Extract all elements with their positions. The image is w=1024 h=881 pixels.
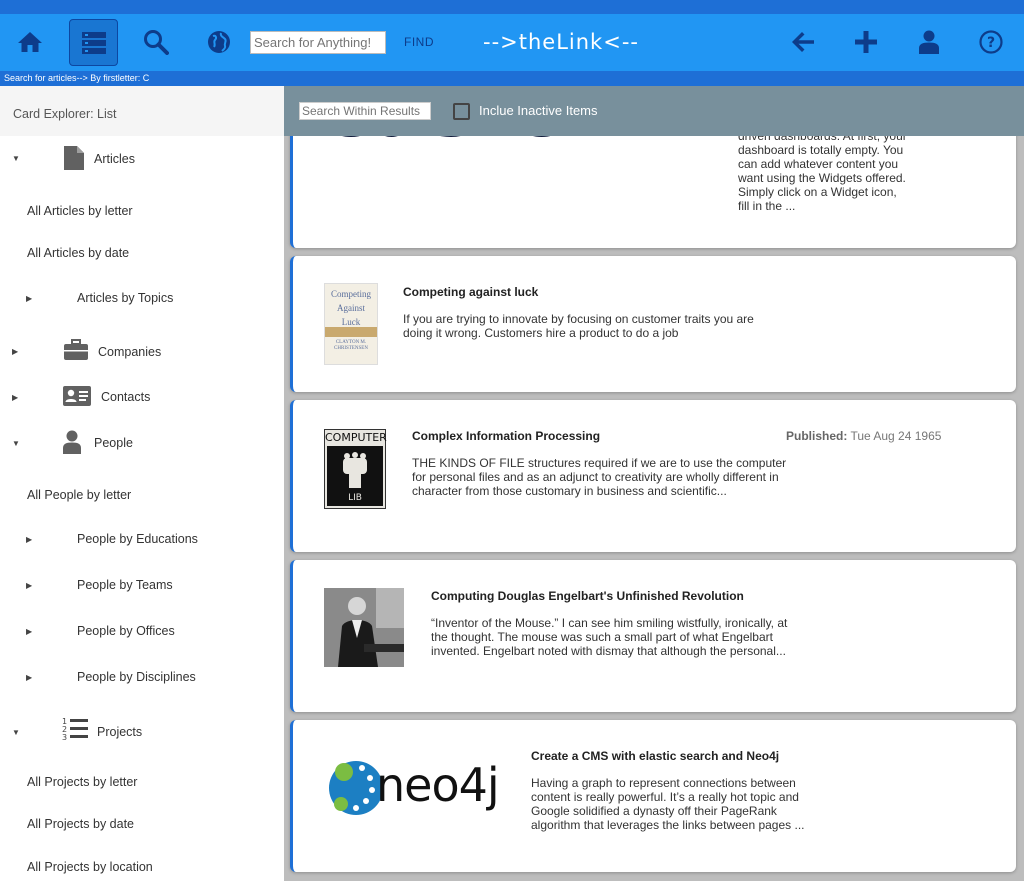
published-date: Published: Tue Aug 24 1965 [786, 429, 941, 443]
book-author-line: CHRISTENSEN [334, 346, 368, 351]
sidebar-item-contacts[interactable]: ▶ Contacts [0, 386, 284, 411]
sidebar-item-people-offices[interactable]: ▶ People by Offices [0, 624, 284, 644]
result-card[interactable]: Competing Against Luck CLAYTON M. CHRIST… [290, 256, 1016, 392]
expand-arrow-icon[interactable]: ▼ [12, 154, 20, 163]
card-thumbnail: COMPUTER LIB [324, 429, 387, 509]
sidebar-item-all-articles-date[interactable]: All Articles by date [0, 246, 284, 266]
briefcase-icon [64, 339, 88, 360]
include-inactive-checkbox[interactable] [453, 103, 470, 120]
svg-text:?: ? [987, 35, 995, 51]
card-thumbnail: neo4j [326, 756, 506, 820]
thumbnail-caption: LIB [348, 493, 362, 503]
sidebar-item-projects[interactable]: ▼ 1 2 3 Projects [0, 717, 284, 746]
sidebar-item-all-projects-letter[interactable]: All Projects by letter [0, 775, 284, 795]
sidebar-item-people-educations[interactable]: ▶ People by Educations [0, 532, 284, 552]
result-card[interactable]: Computing Douglas Engelbart's Unfinished… [290, 560, 1016, 712]
numbered-list-icon: 1 2 3 [62, 717, 88, 742]
expand-arrow-icon[interactable]: ▼ [12, 728, 20, 737]
home-icon[interactable] [12, 24, 48, 60]
sidebar-item-label: All Articles by letter [27, 204, 133, 218]
status-bar: Search for articles--> By firstletter: C [0, 71, 1024, 86]
card-title[interactable]: Create a CMS with elastic search and Neo… [531, 749, 779, 763]
expand-arrow-icon[interactable]: ▶ [26, 535, 32, 544]
sidebar-item-label: People by Disciplines [77, 670, 196, 684]
person-icon [63, 430, 81, 454]
app-title: -->theLink<-- [483, 30, 639, 54]
search-icon[interactable] [138, 24, 174, 60]
sidebar-item-label: People by Offices [77, 624, 175, 638]
include-inactive-label: Inclue Inactive Items [479, 103, 598, 118]
card-explorer-sidebar: Card Explorer: List ▼ Articles All Artic… [0, 86, 284, 881]
help-icon[interactable]: ? [973, 24, 1009, 60]
card-excerpt: THE KINDS OF FILE structures required if… [412, 456, 787, 498]
svg-text:3: 3 [62, 733, 67, 742]
sidebar-item-label: Articles [94, 152, 135, 166]
sidebar-item-label: People by Teams [77, 578, 173, 592]
sidebar-item-label: All People by letter [27, 488, 132, 502]
card-title[interactable]: Competing against luck [403, 285, 538, 299]
top-strip [0, 0, 1024, 14]
published-value: Tue Aug 24 1965 [850, 429, 942, 443]
thumbnail-caption: COMPUTER [325, 431, 387, 444]
book-title-line: Against [337, 303, 365, 313]
sidebar-item-companies[interactable]: ▶ Companies [0, 339, 284, 366]
portrait-photo [324, 588, 404, 667]
user-icon[interactable] [911, 24, 947, 60]
expand-arrow-icon[interactable]: ▼ [12, 439, 20, 448]
search-within-results-input[interactable] [299, 102, 431, 120]
server-list-icon [82, 32, 106, 54]
sidebar-item-people-teams[interactable]: ▶ People by Teams [0, 578, 284, 598]
card-excerpt: If you are trying to innovate by focusin… [403, 312, 754, 340]
expand-arrow-icon[interactable]: ▶ [26, 581, 32, 590]
document-icon [64, 146, 84, 170]
sidebar-item-articles[interactable]: ▼ Articles [0, 146, 284, 170]
sidebar-item-label: All Articles by date [27, 246, 130, 260]
sidebar-item-articles-topics[interactable]: ▶ Articles by Topics [0, 291, 284, 311]
back-arrow-icon[interactable] [785, 24, 821, 60]
sidebar-item-label: Contacts [101, 390, 151, 404]
add-icon[interactable] [848, 24, 884, 60]
sidebar-item-all-people-letter[interactable]: All People by letter [0, 488, 284, 508]
globe-icon[interactable] [201, 24, 237, 60]
card-excerpt: Having a graph to represent connections … [531, 776, 805, 832]
sidebar-item-people[interactable]: ▼ People [0, 430, 284, 457]
card-title[interactable]: Computing Douglas Engelbart's Unfinished… [431, 589, 744, 603]
contact-card-icon [63, 386, 91, 406]
app-bar: FIND -->theLink<-- ? [0, 14, 1024, 71]
sidebar-item-label: People by Educations [77, 532, 198, 546]
result-card[interactable]: COMPUTER LIB Complex Information Process… [290, 400, 1016, 552]
card-title[interactable]: Complex Information Processing [412, 429, 600, 443]
expand-arrow-icon[interactable]: ▶ [12, 393, 18, 402]
expand-arrow-icon[interactable]: ▶ [26, 673, 32, 682]
card-excerpt: driven dashboards. At first, your dashbo… [738, 129, 907, 213]
sidebar-item-all-articles-letter[interactable]: All Articles by letter [0, 204, 284, 224]
find-button[interactable]: FIND [404, 35, 434, 49]
sidebar-item-all-projects-location[interactable]: All Projects by location [0, 860, 284, 880]
sidebar-item-label: All Projects by date [27, 817, 134, 831]
expand-arrow-icon[interactable]: ▶ [12, 347, 18, 356]
sidebar-item-all-projects-date[interactable]: All Projects by date [0, 817, 284, 837]
expand-arrow-icon[interactable]: ▶ [26, 627, 32, 636]
book-title-line: Competing [331, 289, 371, 299]
published-label: Published: [786, 429, 848, 443]
sidebar-item-label: All Projects by letter [27, 775, 138, 789]
sidebar-item-label: People [94, 436, 133, 450]
raised-fist-icon [343, 452, 367, 488]
expand-arrow-icon[interactable]: ▶ [26, 294, 32, 303]
search-input[interactable] [250, 31, 386, 54]
neo4j-logo-text: neo4j [376, 758, 500, 812]
sidebar-item-label: Projects [97, 725, 143, 739]
card-excerpt: “Inventor of the Mouse.” I can see him s… [431, 616, 788, 658]
sidebar-item-label: Companies [98, 345, 162, 359]
card-thumbnail [324, 588, 404, 667]
filter-bar: Inclue Inactive Items [284, 86, 1024, 136]
sidebar-item-label: Articles by Topics [77, 291, 174, 305]
result-card[interactable]: neo4j Create a CMS with elastic search a… [290, 720, 1016, 872]
list-view-button[interactable] [69, 19, 118, 66]
card-thumbnail: Competing Against Luck CLAYTON M. CHRIST… [324, 283, 378, 365]
results-panel: Inclue Inactive Items custor driven dash… [284, 86, 1024, 881]
sidebar-item-people-disciplines[interactable]: ▶ People by Disciplines [0, 670, 284, 690]
sidebar-header: Card Explorer: List [0, 86, 284, 136]
sidebar-item-label: All Projects by location [27, 860, 153, 874]
